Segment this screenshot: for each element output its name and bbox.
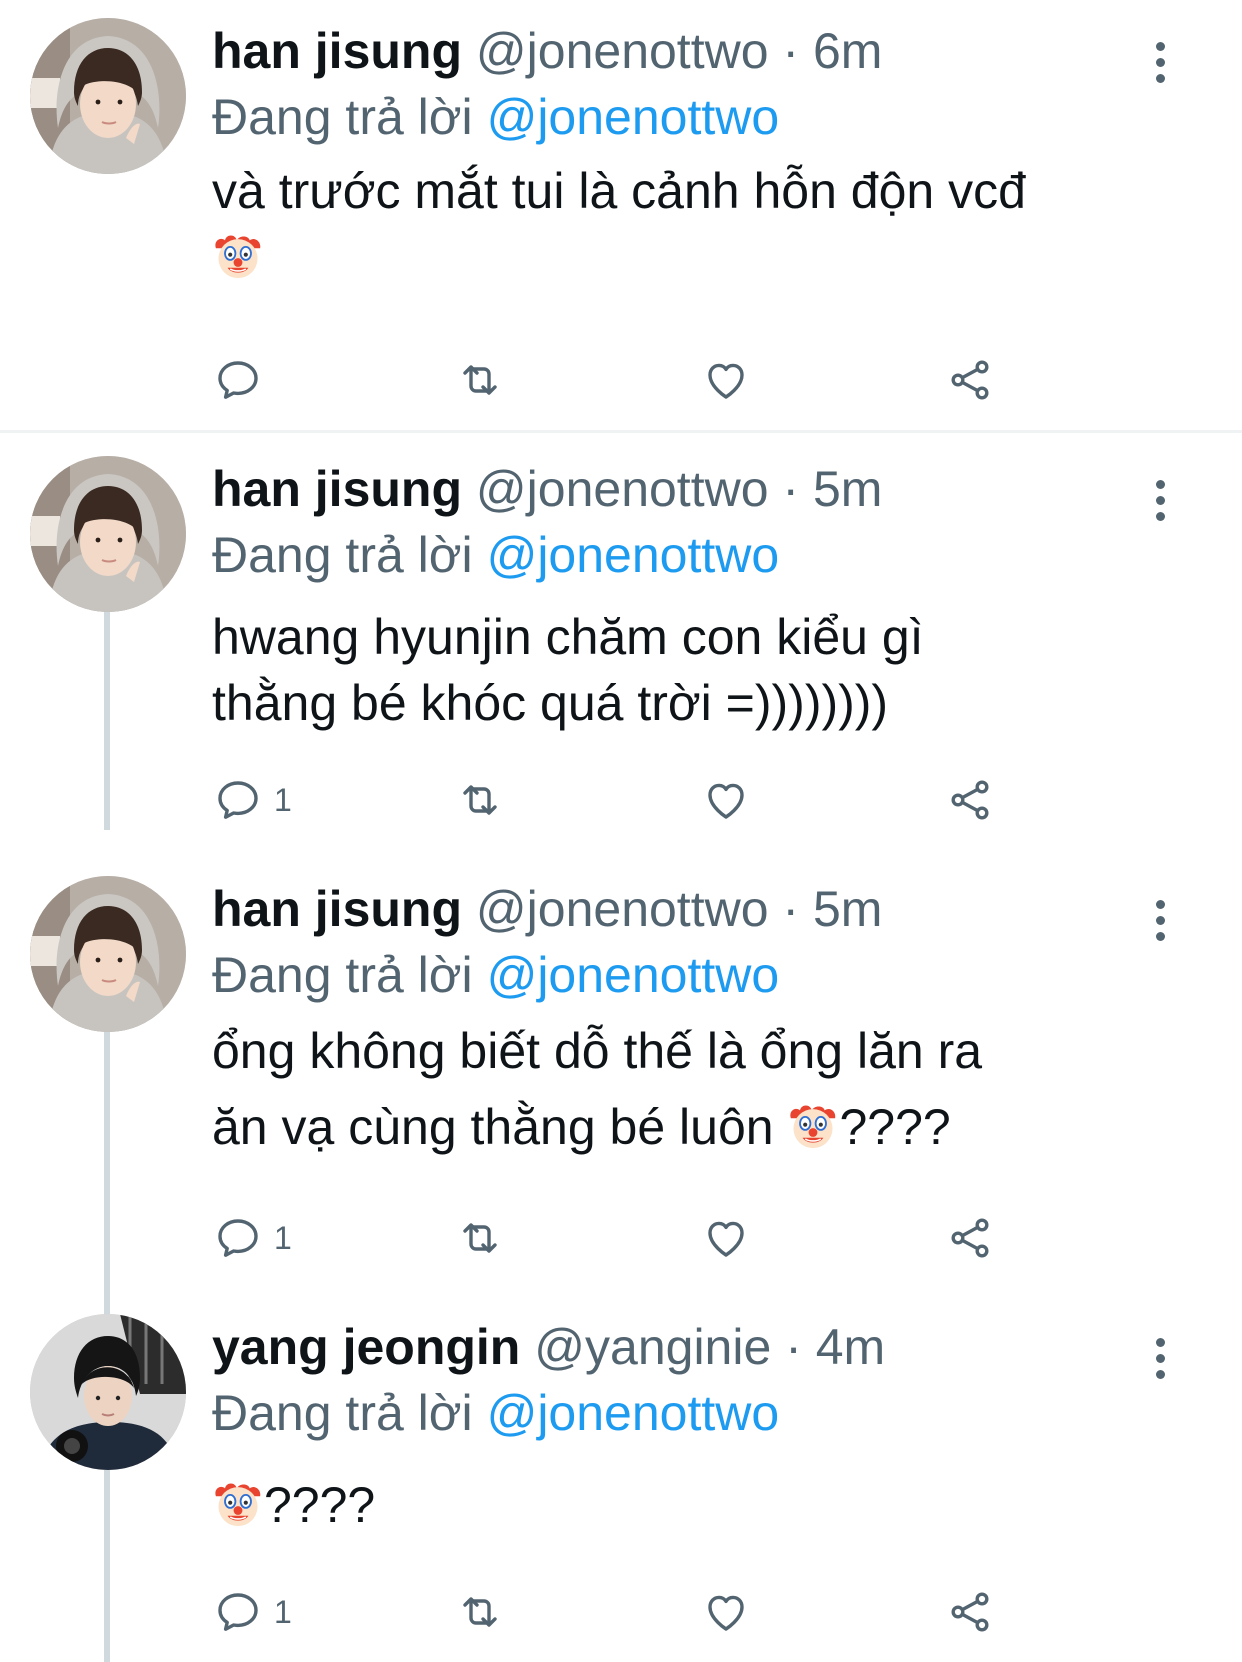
heart-icon [702, 1588, 750, 1636]
heart-icon [702, 776, 750, 824]
clown-face-emoji [212, 1478, 264, 1530]
replying-to-mention[interactable]: @jonenottwo [487, 1385, 780, 1441]
share-icon [946, 776, 994, 824]
share-icon [946, 1588, 994, 1636]
replying-to-mention[interactable]: @jonenottwo [487, 89, 780, 145]
timestamp[interactable]: · 5m [782, 461, 882, 517]
reply-count: 1 [274, 1593, 292, 1630]
share-button[interactable] [946, 1582, 994, 1642]
avatar[interactable] [30, 456, 186, 612]
share-button[interactable] [946, 770, 994, 830]
tweet-actions: 1 [212, 1582, 1032, 1642]
retweet-icon [456, 776, 504, 824]
tweet-text-line-with-emoji: ???? [212, 1472, 375, 1538]
clown-face-emoji [212, 230, 264, 282]
like-button[interactable] [702, 1208, 750, 1268]
replying-to: Đang trả lời @jonenottwo [212, 1380, 779, 1446]
tweet-actions: 1 [212, 770, 1032, 830]
retweet-icon [456, 1214, 504, 1262]
tweet-header: han jisung @jonenottwo · 6m [212, 18, 882, 84]
user-handle[interactable]: @jonenottwo [476, 881, 769, 937]
display-name[interactable]: han jisung [212, 881, 462, 937]
retweet-button[interactable] [456, 1208, 504, 1268]
tweet-text-line-with-emoji: ăn vạ cùng thằng bé luôn ???? [212, 1094, 951, 1160]
avatar[interactable] [30, 18, 186, 174]
tweet-actions: 1 [212, 1208, 1032, 1268]
timestamp[interactable]: · 6m [782, 23, 882, 79]
reply-count: 1 [274, 781, 292, 818]
tweet-text: ăn vạ cùng thằng bé luôn [212, 1099, 788, 1155]
reply-count: 1 [274, 1219, 292, 1256]
replying-prefix: Đang trả lời [212, 89, 487, 145]
tweet-text-suffix: ???? [839, 1099, 951, 1155]
like-button[interactable] [702, 770, 750, 830]
reply-icon [214, 1588, 262, 1636]
timestamp[interactable]: · 5m [782, 881, 882, 937]
display-name[interactable]: yang jeongin [212, 1319, 520, 1375]
replying-prefix: Đang trả lời [212, 527, 487, 583]
heart-icon [702, 1214, 750, 1262]
retweet-icon [456, 356, 504, 404]
share-button[interactable] [946, 1208, 994, 1268]
like-button[interactable] [702, 350, 750, 410]
share-button[interactable] [946, 350, 994, 410]
thread-line [104, 1470, 110, 1662]
replying-to: Đang trả lời @jonenottwo [212, 942, 779, 1008]
heart-icon [702, 356, 750, 404]
divider [0, 430, 1242, 433]
tweet-header: han jisung @jonenottwo · 5m [212, 456, 882, 522]
retweet-button[interactable] [456, 1582, 504, 1642]
replying-to: Đang trả lời @jonenottwo [212, 522, 779, 588]
thread-line [104, 582, 110, 830]
avatar[interactable] [30, 876, 186, 1032]
tweet-text: và trước mắt tui là cảnh hỗn độn vcđ [212, 163, 1026, 219]
tweet-text-emoji-line [212, 224, 264, 290]
tweet-text-suffix: ???? [264, 1477, 376, 1533]
reply-button[interactable] [214, 350, 262, 410]
tweet-actions [212, 350, 1032, 410]
retweet-icon [456, 1588, 504, 1636]
user-handle[interactable]: @jonenottwo [476, 461, 769, 517]
avatar[interactable] [30, 1314, 186, 1470]
replying-to-mention[interactable]: @jonenottwo [487, 527, 780, 583]
reply-icon [214, 356, 262, 404]
tweet-header: han jisung @jonenottwo · 5m [212, 876, 882, 942]
replying-prefix: Đang trả lời [212, 947, 487, 1003]
display-name[interactable]: han jisung [212, 23, 462, 79]
tweet-text-line: thằng bé khóc quá trời =)))))))) [212, 675, 889, 731]
thread-line [104, 1028, 110, 1316]
replying-to: Đang trả lời @jonenottwo [212, 84, 779, 150]
retweet-button[interactable] [456, 350, 504, 410]
tweet-text-line: hwang hyunjin chăm con kiểu gì [212, 609, 924, 665]
clown-face-emoji [787, 1100, 839, 1152]
reply-icon [214, 1214, 262, 1262]
reply-button[interactable]: 1 [214, 1582, 292, 1642]
replying-to-mention[interactable]: @jonenottwo [487, 947, 780, 1003]
more-vertical-icon[interactable] [1140, 470, 1180, 530]
user-handle[interactable]: @yanginie [534, 1319, 771, 1375]
display-name[interactable]: han jisung [212, 461, 462, 517]
share-icon [946, 356, 994, 404]
more-vertical-icon[interactable] [1140, 32, 1180, 92]
share-icon [946, 1214, 994, 1262]
reply-button[interactable]: 1 [214, 770, 292, 830]
like-button[interactable] [702, 1582, 750, 1642]
retweet-button[interactable] [456, 770, 504, 830]
more-vertical-icon[interactable] [1140, 890, 1180, 950]
tweet-header: yang jeongin @yanginie · 4m [212, 1314, 885, 1380]
reply-button[interactable]: 1 [214, 1208, 292, 1268]
timestamp[interactable]: · 4m [785, 1319, 885, 1375]
more-vertical-icon[interactable] [1140, 1328, 1180, 1388]
user-handle[interactable]: @jonenottwo [476, 23, 769, 79]
replying-prefix: Đang trả lời [212, 1385, 487, 1441]
tweet-text-line: ổng không biết dỗ thế là ổng lăn ra [212, 1023, 983, 1079]
reply-icon [214, 776, 262, 824]
